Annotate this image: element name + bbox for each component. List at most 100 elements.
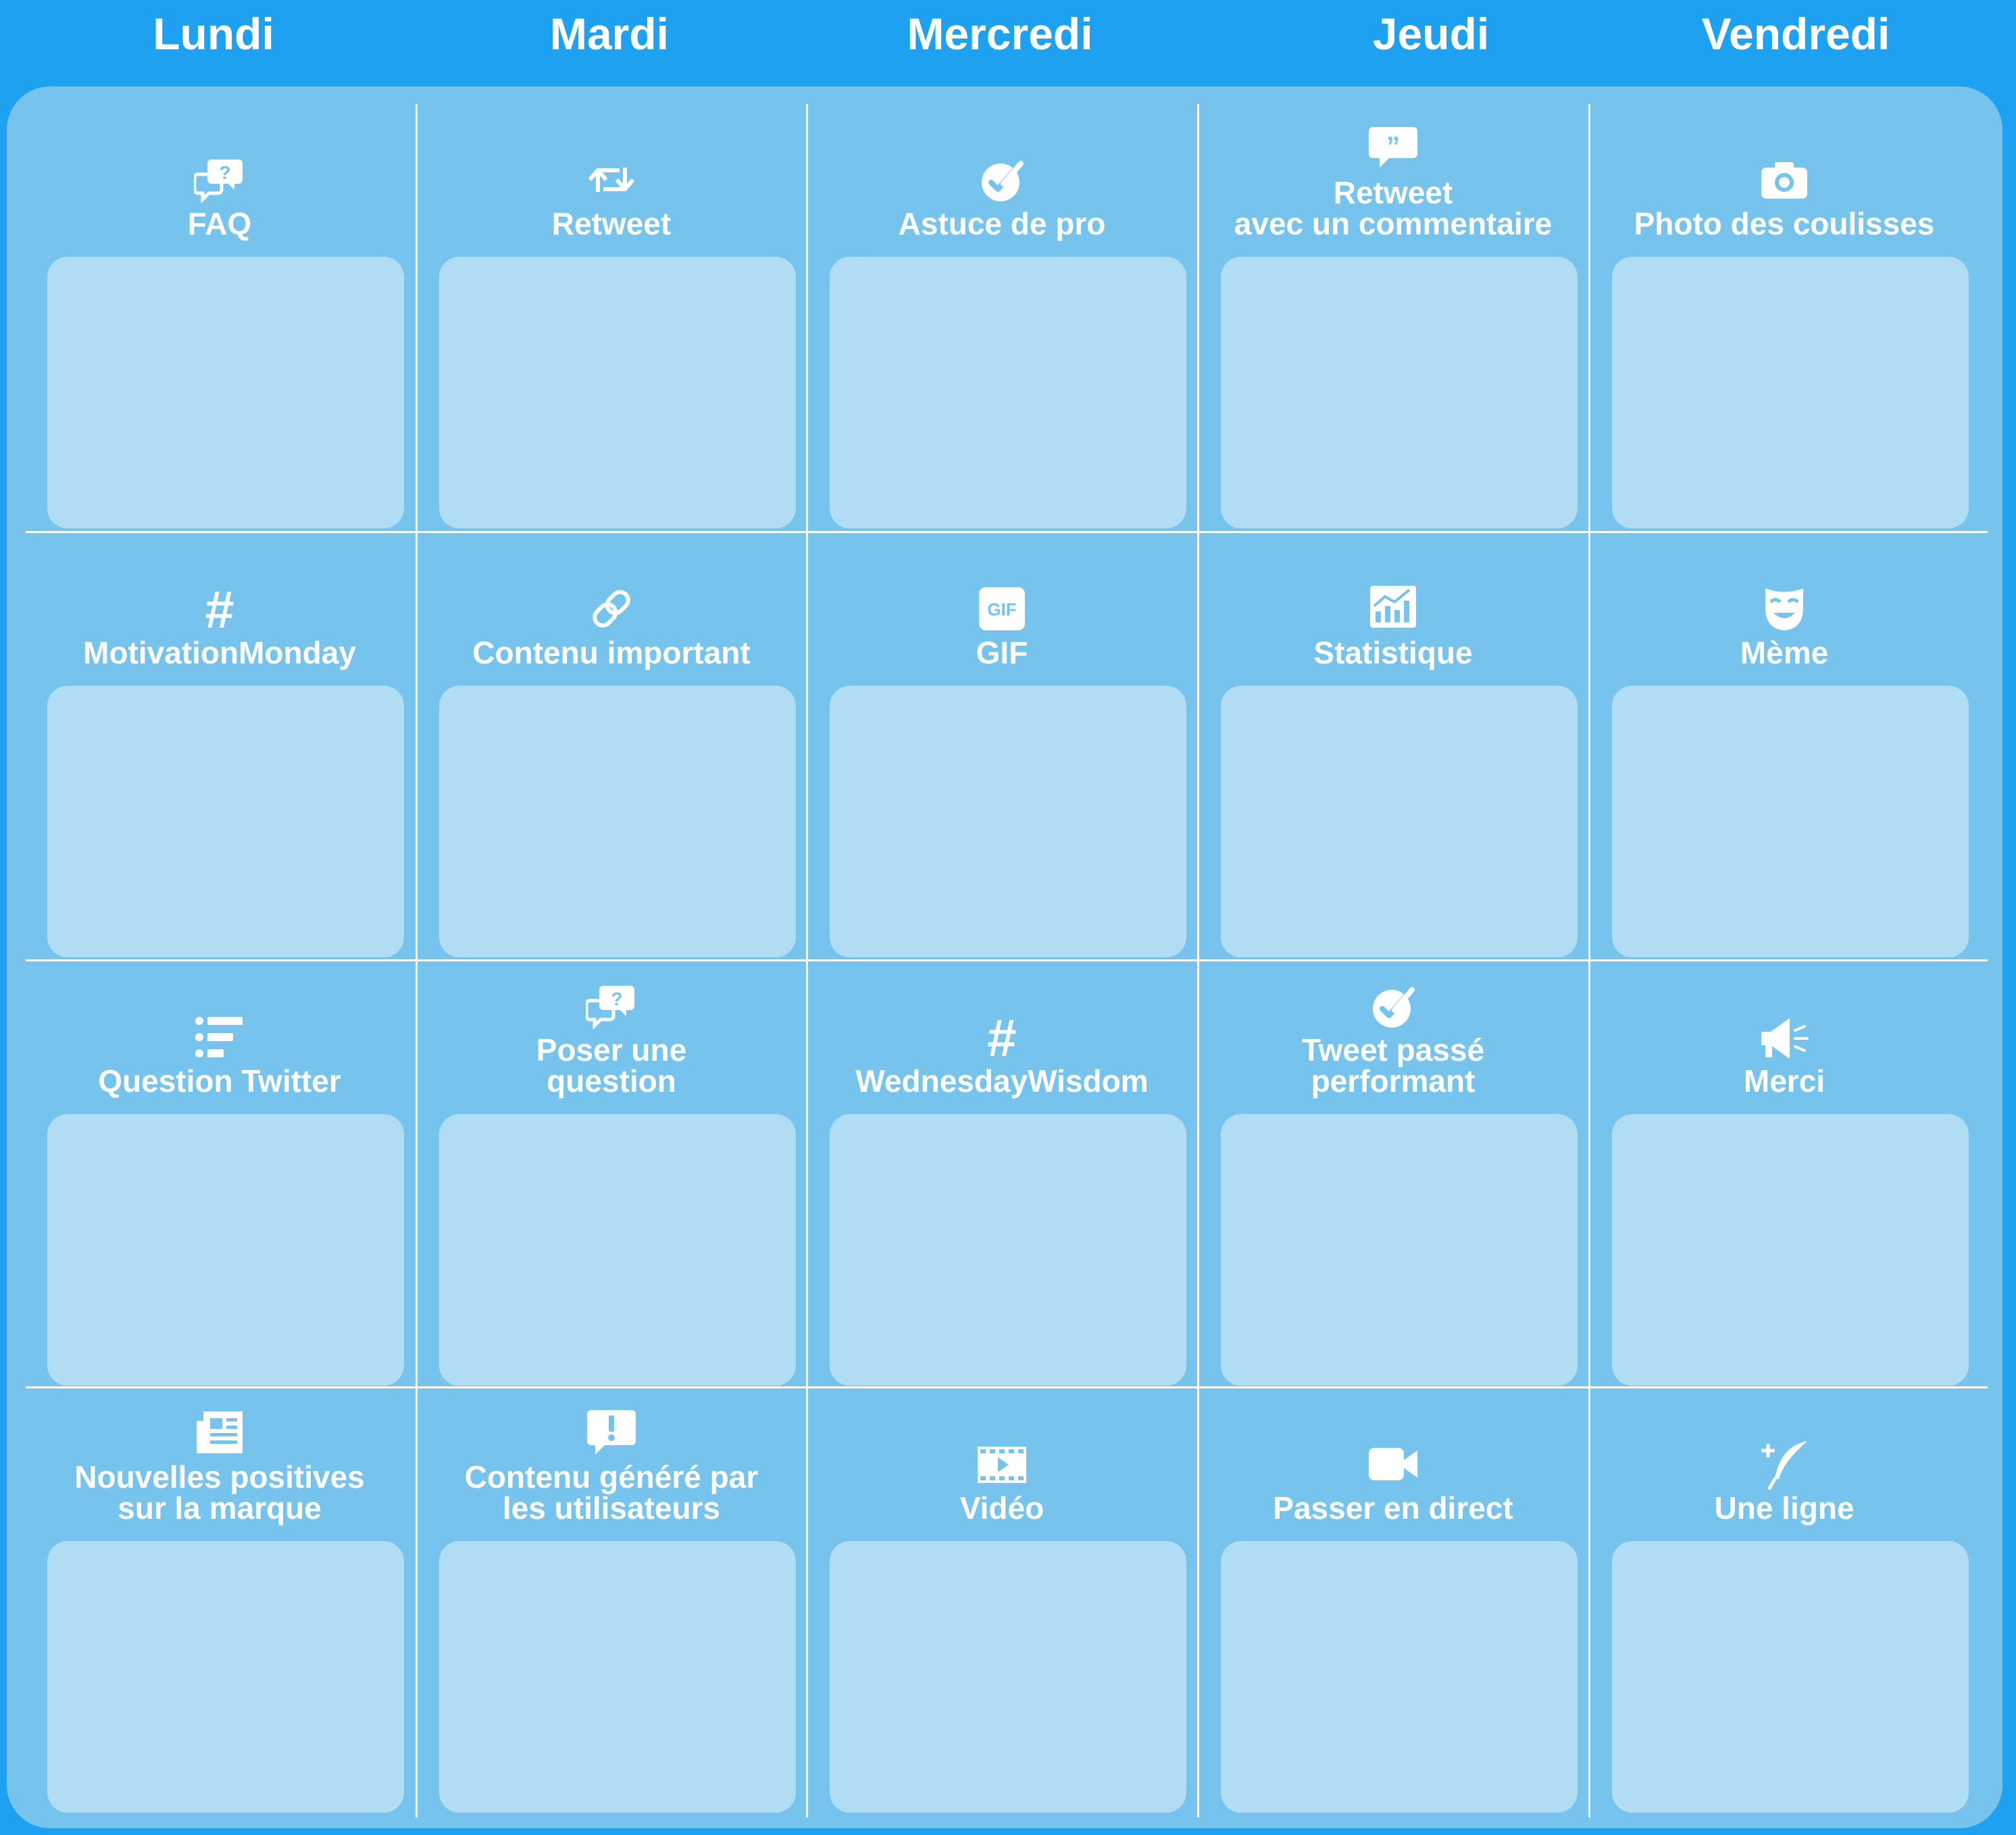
content-slot[interactable] [47,257,404,528]
cell-title: Photo des coulisses [1634,206,1935,241]
cell-header: # MotivationMonday [26,533,413,668]
gif-icon: GIF [976,583,1028,634]
calendar-cell: Vidéo [808,1388,1196,1814]
cell-title: Retweet avec un commentaire [1234,175,1553,241]
poll-list-icon [194,1011,245,1063]
calendar-cell: Question Twitter [26,961,413,1387]
cell-title: Retweet [551,206,672,241]
cell-header: ? Poser une question [418,961,805,1097]
calendar-cell: ? Poser une question [418,961,805,1387]
cell-title: Nouvelles positives sur la marque [74,1459,365,1526]
calendar-cell: Nouvelles positives sur la marque [26,1388,413,1814]
cell-header: GIF GIF [808,533,1196,668]
cell-title: Une ligne [1714,1490,1855,1526]
question-chat-icon: ? [586,980,637,1032]
content-slot[interactable] [1612,1114,1969,1386]
svg-text:?: ? [219,162,230,183]
content-slot[interactable] [830,1541,1186,1813]
alert-chat-icon [586,1407,637,1459]
newspaper-icon [194,1407,245,1459]
day-label-thursday: Jeudi [1372,9,1490,59]
cell-header: Tweet passé performant [1199,961,1587,1097]
cell-title: Poser une question [536,1032,687,1099]
cell-title: WednesdayWisdom [855,1063,1149,1099]
content-slot[interactable] [1221,1541,1578,1813]
day-label-monday: Lundi [153,9,274,59]
day-label-wednesday: Mercredi [907,9,1093,59]
check-badge-icon [1367,980,1419,1032]
content-slot[interactable] [439,1541,796,1813]
day-label-tuesday: Mardi [549,9,670,59]
cell-header: Passer en direct [1199,1388,1587,1524]
camera-icon [1759,154,1810,205]
calendar-cell: Passer en direct [1199,1388,1587,1814]
calendar-cell: Astuce de pro [808,104,1196,530]
content-calendar-board: ? FAQ Retweet Astuce de pro ” Retweet avec un… [7,86,2002,1828]
calendar-cell: Statistique [1199,533,1587,959]
cell-title: Vidéo [959,1490,1044,1526]
cell-header: # WednesdayWisdom [808,961,1196,1097]
cell-header: Contenu important [418,533,805,668]
cell-header: Nouvelles positives sur la marque [26,1388,413,1524]
day-label-friday: Vendredi [1701,9,1890,59]
calendar-cell: Une ligne [1590,1388,1978,1814]
cell-title: Merci [1743,1063,1825,1099]
cell-title: Astuce de pro [898,206,1106,241]
cell-header: Vidéo [808,1388,1196,1524]
cell-title: Passer en direct [1273,1490,1513,1526]
cell-header: Retweet [418,104,805,239]
calendar-cell: Contenu généré par les utilisateurs [418,1388,805,1814]
calendar-cell: ? FAQ [26,104,413,530]
cell-title: Statistique [1313,635,1473,670]
calendar-cell: Photo des coulisses [1590,104,1978,530]
film-icon [976,1438,1028,1490]
content-slot[interactable] [830,257,1186,528]
cell-header: Une ligne [1590,1388,1978,1524]
cell-header: Contenu généré par les utilisateurs [418,1388,805,1524]
calendar-cell: Merci [1590,961,1978,1387]
cell-header: Mème [1590,533,1978,668]
content-slot[interactable] [1221,686,1578,957]
calendar-cell: ” Retweet avec un commentaire [1199,104,1587,530]
cell-title: Tweet passé performant [1301,1032,1485,1099]
calendar-cell: Tweet passé performant [1199,961,1587,1387]
cell-header: Astuce de pro [808,104,1196,239]
content-slot[interactable] [1612,686,1969,957]
svg-text:GIF: GIF [987,599,1016,620]
content-slot[interactable] [47,1114,404,1386]
content-slot[interactable] [1612,1541,1969,1813]
quill-plus-icon [1759,1438,1810,1490]
content-slot[interactable] [830,1114,1186,1386]
calendar-cell: Mème [1590,533,1978,959]
calendar-cell: # WednesdayWisdom [808,961,1196,1387]
content-slot[interactable] [439,257,796,528]
content-slot[interactable] [439,1114,796,1386]
check-badge-icon [976,154,1028,205]
calendar-cell: # MotivationMonday [26,533,413,959]
svg-text:#: # [205,583,234,634]
cell-header: Merci [1590,961,1978,1097]
retweet-icon [586,154,637,205]
content-slot[interactable] [1612,257,1969,528]
calendar-cell: Retweet [418,104,805,530]
content-slot[interactable] [1221,1114,1578,1386]
cell-title: Mème [1740,635,1829,670]
content-slot[interactable] [47,1541,404,1813]
cell-header: Photo des coulisses [1590,104,1978,239]
cell-title: FAQ [187,206,252,241]
hashtag-icon: # [976,1011,1028,1063]
cell-header: Statistique [1199,533,1587,668]
chart-icon [1367,583,1419,634]
content-slot[interactable] [830,686,1186,957]
weekday-header: Lundi Mardi Mercredi Jeudi Vendredi [0,0,2016,86]
question-chat-icon: ? [194,154,245,205]
svg-text:?: ? [611,988,622,1009]
quote-chat-icon: ” [1367,123,1419,174]
content-slot[interactable] [1221,257,1578,528]
content-slot[interactable] [47,686,404,957]
video-camera-icon [1367,1438,1419,1490]
cell-title: Contenu généré par les utilisateurs [464,1459,759,1526]
content-slot[interactable] [439,686,796,957]
link-icon [586,583,637,634]
cell-title: GIF [976,635,1028,670]
